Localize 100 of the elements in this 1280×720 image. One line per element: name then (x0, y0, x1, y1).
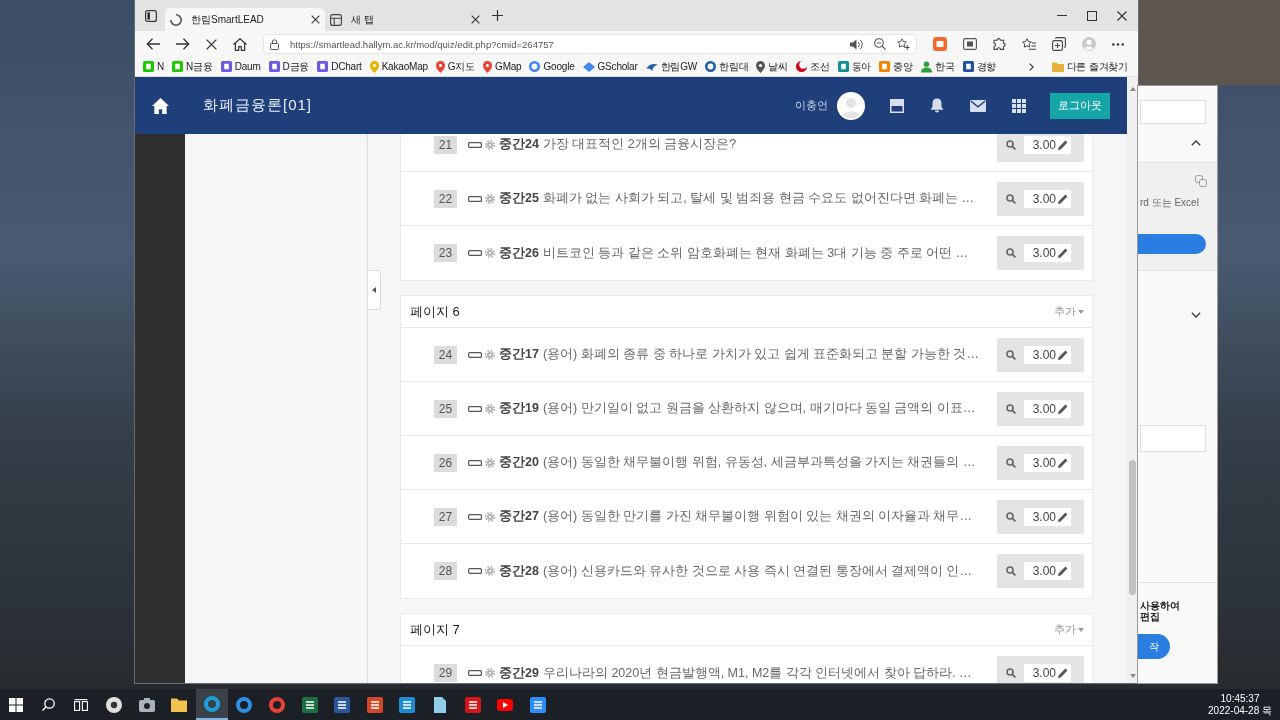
max-mark-field[interactable]: 3.00 (1024, 507, 1071, 526)
bookmark-link[interactable]: DChart (317, 61, 362, 72)
puzzle-icon[interactable] (993, 38, 1006, 50)
layout-icon[interactable] (890, 98, 904, 113)
close-icon[interactable] (1117, 10, 1127, 21)
text-field-icon (468, 513, 482, 520)
close-icon[interactable] (471, 15, 480, 24)
search-icon[interactable] (42, 698, 56, 711)
max-mark-field[interactable]: 3.00 (1024, 562, 1071, 580)
new-tab-icon[interactable] (492, 10, 503, 21)
gear-icon (485, 349, 495, 360)
question-text: 비트코인 등과 같은 소위 암호화폐는 현재 화폐는 3대 기능 중 주로 어떤 … (542, 244, 969, 262)
more-icon[interactable] (1112, 42, 1124, 46)
drawer-toggle-button[interactable] (368, 270, 381, 310)
input-field[interactable] (1140, 100, 1206, 124)
chevron-down-icon[interactable] (1191, 312, 1201, 318)
bell-icon[interactable] (930, 98, 944, 113)
max-mark-field[interactable]: 3.00 (1024, 189, 1071, 208)
course-title[interactable]: 화폐금융론[01] (203, 96, 313, 115)
question-number: 29 (434, 664, 457, 682)
bookmark-link[interactable]: 동아 (837, 59, 872, 74)
back-arrow-icon[interactable] (146, 38, 160, 50)
browser-tab[interactable]: 새 탭 (325, 8, 485, 31)
max-mark-field[interactable]: 3.00 (1024, 345, 1071, 364)
pencil-icon[interactable] (1058, 139, 1068, 150)
taskbar-button[interactable] (195, 689, 229, 720)
max-mark-field[interactable]: 3.00 (1024, 453, 1071, 472)
bookmark-link[interactable]: 한림GW (645, 59, 698, 74)
window-icon[interactable] (963, 38, 977, 50)
action-button[interactable] (1138, 234, 1206, 254)
home-icon[interactable] (152, 97, 169, 114)
input-field[interactable] (1140, 425, 1206, 452)
question-name[interactable]: 중간28 (499, 562, 539, 580)
pencil-icon[interactable] (1058, 668, 1068, 678)
pencil-icon[interactable] (1058, 193, 1068, 204)
bookmark-link[interactable]: 조선 (796, 59, 830, 74)
star-plus-icon[interactable] (897, 38, 910, 50)
chevron-right-icon[interactable] (1028, 62, 1034, 71)
max-mark-field[interactable]: 3.00 (1024, 399, 1071, 418)
favorites-icon[interactable] (1022, 38, 1036, 50)
text-field-icon (468, 351, 482, 358)
bookmark-link[interactable]: 경향 (962, 59, 997, 74)
question-name[interactable]: 중간25 (499, 190, 539, 207)
caret-icon (1078, 627, 1084, 632)
maximize-icon[interactable] (1087, 10, 1097, 21)
collections-icon[interactable] (1052, 37, 1066, 51)
scrollbar-thumb[interactable] (1129, 460, 1136, 595)
pencil-icon[interactable] (1058, 403, 1068, 414)
bookmark-link[interactable]: Daum (220, 61, 261, 72)
pencil-icon[interactable] (1058, 248, 1068, 258)
scroll-up-icon[interactable] (1129, 87, 1136, 91)
bookmark-link[interactable]: GScholar (582, 61, 638, 72)
mail-icon[interactable] (970, 99, 986, 112)
address-field[interactable]: https://smartlead.hallym.ac.kr/mod/quiz/edit.php?cmid=264757 (263, 34, 917, 54)
bookmark-link[interactable]: G지도 (435, 59, 476, 74)
question-name[interactable]: 중간29 (499, 664, 539, 682)
chevron-up-icon[interactable] (1191, 140, 1201, 146)
pencil-icon[interactable] (1058, 511, 1068, 522)
extension-icon[interactable] (933, 37, 947, 51)
browser-tab[interactable]: 한림SmartLEAD (165, 8, 325, 31)
question-name[interactable]: 중간17 (499, 346, 539, 363)
lock-icon[interactable] (270, 38, 279, 50)
action-button[interactable]: 작 (1138, 634, 1170, 659)
section-heading: 페이지 6 (410, 302, 460, 321)
bookmark-link[interactable]: GMap (483, 60, 522, 73)
bookmark-link[interactable]: KakaoMap (369, 60, 428, 73)
bookmark-link[interactable]: 한국 (920, 59, 955, 74)
avatar-icon[interactable] (837, 91, 865, 120)
task-view-icon[interactable] (74, 698, 89, 711)
question-name[interactable]: 중간19 (499, 400, 539, 417)
bookmark-link[interactable]: Google (529, 61, 575, 72)
question-name[interactable]: 중간27 (499, 508, 539, 525)
pencil-icon[interactable] (1058, 457, 1068, 468)
bookmark-link[interactable]: N (143, 61, 165, 72)
bookmark-link[interactable]: D금융 (268, 59, 310, 74)
tab-actions-icon[interactable] (145, 9, 157, 22)
max-mark-field[interactable]: 3.00 (1024, 135, 1071, 154)
bookmark-link[interactable]: 한림대 (705, 59, 749, 74)
start-icon[interactable] (9, 697, 24, 712)
question-text: 화폐가 없는 사회가 되고, 탈세 및 범죄용 현금 수요도 없어진다면 화폐는 … (542, 190, 975, 207)
close-icon[interactable] (311, 15, 320, 24)
scroll-down-icon[interactable] (1129, 674, 1136, 678)
bookmark-link[interactable]: N금융 (172, 59, 213, 74)
bookmark-folder-link[interactable]: 다른 즐겨찾기 (1051, 59, 1128, 74)
speaker-icon[interactable] (850, 38, 863, 50)
text-field-icon (468, 459, 482, 466)
bookmark-link[interactable]: 중앙 (879, 59, 913, 74)
pencil-icon[interactable] (1058, 349, 1068, 360)
pencil-icon[interactable] (1058, 566, 1068, 576)
zoom-out-icon[interactable] (874, 38, 886, 50)
question-name[interactable]: 중간26 (499, 244, 539, 262)
question-name[interactable]: 중간20 (499, 454, 539, 471)
max-mark-field[interactable]: 3.00 (1024, 664, 1071, 682)
forward-arrow-icon[interactable] (176, 38, 190, 50)
bookmark-link[interactable]: 날씨 (756, 59, 789, 74)
home-icon[interactable] (233, 37, 247, 51)
grid-icon[interactable] (1012, 98, 1026, 113)
stop-icon[interactable] (206, 38, 217, 50)
question-name[interactable]: 중간24 (499, 136, 539, 153)
max-mark-field[interactable]: 3.00 (1024, 244, 1071, 262)
